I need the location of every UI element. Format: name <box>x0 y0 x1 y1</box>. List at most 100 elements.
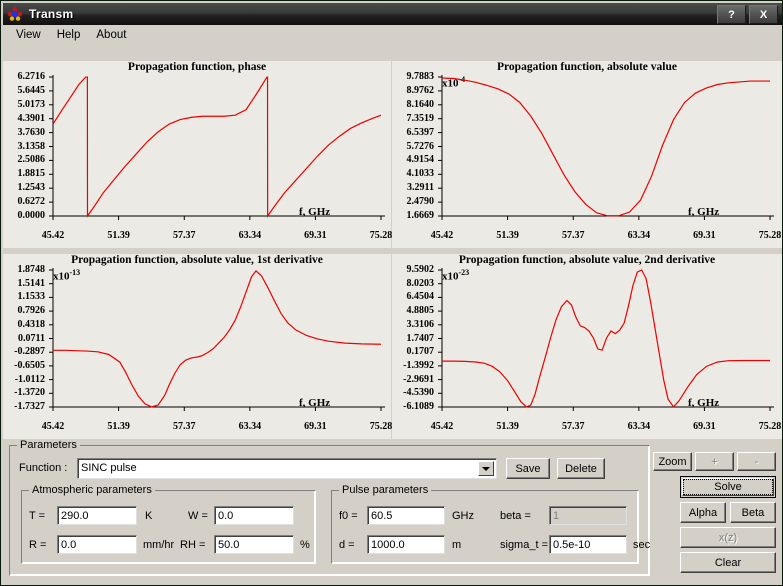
help-button[interactable]: ? <box>717 5 746 24</box>
y-tick-label: 0.4318 <box>17 318 46 330</box>
x-tick-label: 57.37 <box>173 421 196 432</box>
atmospheric-group-title: Atmospheric parameters <box>29 484 155 496</box>
chart-second-derivative-plot <box>438 268 774 411</box>
delete-button[interactable]: Delete <box>557 458 605 479</box>
x-tick-label: 69.31 <box>693 421 716 432</box>
menu-view[interactable]: View <box>8 27 49 43</box>
chart-first-derivative-x-axis-name: f, GHz <box>299 397 331 409</box>
chart-phase-x-axis-name: f, GHz <box>299 206 331 218</box>
y-tick-label: 1.8815 <box>17 168 46 180</box>
y-tick-label: 4.1033 <box>406 168 435 180</box>
x-tick-label: 69.31 <box>693 230 716 241</box>
solve-button-label: Solve <box>683 479 773 495</box>
y-tick-label: -1.3720 <box>14 387 45 399</box>
y-tick-label: 4.9154 <box>406 154 435 166</box>
chevron-down-icon[interactable] <box>478 461 494 476</box>
y-tick-label: -1.0112 <box>14 373 45 385</box>
x-tick-label: 57.37 <box>562 230 585 241</box>
y-tick-label: 3.3106 <box>406 318 435 330</box>
y-tick-label: 5.7276 <box>406 140 435 152</box>
temperature-input[interactable]: 290.0 <box>57 506 137 525</box>
function-combo[interactable]: SINC pulse <box>77 458 497 479</box>
y-tick-label: -1.3992 <box>403 359 434 371</box>
pulse-group-title: Pulse parameters <box>339 484 432 496</box>
chart-second-derivative-y-axis-labels: 9.5902 8.0203 6.4504 4.8805 3.3106 1.7407 0.17… <box>392 254 434 439</box>
y-tick-label: 1.6669 <box>406 210 435 221</box>
water-label: W = <box>188 510 208 522</box>
x-tick-label: 51.39 <box>107 421 130 432</box>
y-tick-label: 5.0173 <box>17 98 46 110</box>
y-tick-label: 0.1707 <box>406 346 435 358</box>
x-tick-label: 51.39 <box>496 421 519 432</box>
y-tick-label: 3.7630 <box>17 126 46 138</box>
y-tick-label: 1.7407 <box>406 332 435 344</box>
y-tick-label: -4.5390 <box>403 387 434 399</box>
title-bar: Transm ? X <box>3 3 782 25</box>
function-combo-value: SINC pulse <box>81 462 137 474</box>
app-flower-icon <box>7 6 23 22</box>
rain-input[interactable]: 0.0 <box>57 535 137 554</box>
x-tick-label: 57.37 <box>562 421 585 432</box>
title-bar-buttons: ? X <box>717 5 778 24</box>
zoom-button[interactable]: Zoom <box>653 452 692 471</box>
f0-input[interactable]: 60.5 <box>367 506 445 525</box>
y-tick-label: 4.8805 <box>406 305 435 317</box>
chart-phase-plot <box>49 75 385 220</box>
x-tick-label: 57.37 <box>173 230 196 241</box>
alpha-button[interactable]: Alpha <box>680 502 726 523</box>
zoom-in-button: + <box>695 452 734 471</box>
y-tick-label: -0.6505 <box>14 359 45 371</box>
chart-absolute-title: Propagation function, absolute value <box>497 61 677 73</box>
beta-button[interactable]: Beta <box>730 502 776 523</box>
menu-bar: View Help About <box>3 25 782 44</box>
menu-help[interactable]: Help <box>49 27 89 43</box>
y-tick-label: 1.5141 <box>17 277 46 289</box>
x-tick-label: 45.42 <box>41 230 65 241</box>
chart-phase-y-axis-labels: 6.2716 5.6445 5.0173 4.3901 3.7630 3.1358 2.50… <box>3 61 46 248</box>
y-tick-label: 0.7926 <box>17 305 46 317</box>
water-input[interactable]: 0.0 <box>214 506 294 525</box>
distance-input[interactable]: 1000.0 <box>367 535 445 554</box>
menu-about[interactable]: About <box>88 27 134 43</box>
beta-input: 1 <box>549 506 627 525</box>
chart-phase-title: Propagation function, phase <box>127 61 267 73</box>
sigma-input[interactable]: 0.5e-10 <box>549 535 627 554</box>
chart-first-derivative-title: Propagation function, absolute value, 1s… <box>71 254 323 266</box>
clear-button[interactable]: Clear <box>680 552 776 573</box>
chart-absolute: Propagation function, absolute value 9.7… <box>392 61 782 248</box>
y-tick-label: 9.7883 <box>406 71 435 82</box>
chart-first-derivative-plot <box>49 268 385 411</box>
app-window: Transm ? X View Help About Propagation f… <box>0 0 783 586</box>
x-tick-label: 75.28 <box>758 421 782 432</box>
temperature-unit: K <box>145 510 153 522</box>
x-tick-label: 75.28 <box>758 230 782 241</box>
solve-button[interactable]: Solve <box>680 476 776 498</box>
y-tick-label: 1.1533 <box>17 291 46 303</box>
x-tick-label: 63.34 <box>238 421 262 432</box>
x-tick-label: 51.39 <box>496 230 519 241</box>
f0-label: f0 = <box>339 510 358 522</box>
chart-phase-x-axis-labels: 45.42 51.39 57.37 63.34 69.31 75.28 <box>42 230 393 245</box>
chart-first-derivative-x-axis-labels: 45.42 51.39 57.37 63.34 69.31 75.28 <box>42 421 393 436</box>
f0-unit: GHz <box>452 510 474 522</box>
zoom-out-button: - <box>737 452 776 471</box>
close-button[interactable]: X <box>749 5 778 24</box>
x-tick-label: 51.39 <box>107 230 130 241</box>
status-line <box>3 580 782 583</box>
y-tick-label: 0.0000 <box>17 210 46 221</box>
x-tick-label: 75.28 <box>369 421 393 432</box>
humidity-unit: % <box>300 539 310 551</box>
y-tick-label: 5.6445 <box>17 84 46 96</box>
x-tick-label: 63.34 <box>627 421 651 432</box>
humidity-input[interactable]: 50.0 <box>214 535 294 554</box>
save-button[interactable]: Save <box>506 458 550 479</box>
chart-absolute-x-axis-labels: 45.42 51.39 57.37 63.34 69.31 75.28 <box>431 230 782 245</box>
xz-button: x(z) <box>680 527 776 548</box>
y-tick-label: 2.4790 <box>406 196 435 208</box>
rain-unit: mm/hr <box>143 539 175 551</box>
distance-unit: m <box>452 539 462 551</box>
x-tick-label: 45.42 <box>430 421 454 432</box>
y-tick-label: 9.5902 <box>406 264 435 275</box>
chart-second-derivative: Propagation function, absolute value, 2n… <box>392 254 782 439</box>
y-tick-label: 8.0203 <box>406 277 435 289</box>
